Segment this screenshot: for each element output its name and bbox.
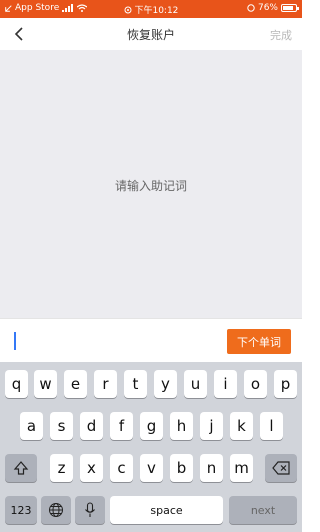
key-v[interactable]: v (140, 454, 163, 482)
key-k[interactable]: k (230, 412, 253, 440)
lock-rotation-icon (247, 4, 255, 12)
key-m[interactable]: m (230, 454, 253, 482)
status-bar: App Store 下午10:12 76% (0, 0, 302, 18)
space-key[interactable]: space (110, 496, 223, 524)
key-x[interactable]: x (80, 454, 103, 482)
text-caret (14, 332, 16, 350)
battery-icon (281, 4, 299, 12)
delete-key[interactable] (265, 454, 297, 482)
key-s[interactable]: s (50, 412, 73, 440)
key-w[interactable]: w (34, 370, 57, 398)
key-o[interactable]: o (244, 370, 267, 398)
globe-key[interactable] (41, 496, 71, 524)
key-e[interactable]: e (64, 370, 87, 398)
key-d[interactable]: d (80, 412, 103, 440)
status-right: 76% (247, 3, 299, 13)
key-y[interactable]: y (154, 370, 177, 398)
key-n[interactable]: n (200, 454, 223, 482)
next-key[interactable]: next (229, 496, 297, 524)
key-g[interactable]: g (140, 412, 163, 440)
nav-bar: 恢复账户 完成 (0, 18, 302, 50)
microphone-icon (85, 502, 95, 517)
key-u[interactable]: u (184, 370, 207, 398)
key-t[interactable]: t (124, 370, 147, 398)
time-label: 下午10:12 (134, 6, 179, 16)
done-button[interactable]: 完成 (270, 27, 292, 43)
location-icon (124, 6, 132, 14)
key-f[interactable]: f (110, 412, 133, 440)
page-title: 恢复账户 (126, 28, 175, 42)
mnemonic-area: 请输入助记词 (0, 50, 302, 318)
key-b[interactable]: b (170, 454, 193, 482)
key-p[interactable]: p (274, 370, 297, 398)
key-a[interactable]: a (20, 412, 43, 440)
key-h[interactable]: h (170, 412, 193, 440)
word-input[interactable] (10, 328, 222, 354)
dictation-key[interactable] (75, 496, 105, 524)
key-i[interactable]: i (214, 370, 237, 398)
battery-percent: 76% (257, 3, 278, 13)
key-r[interactable]: r (94, 370, 117, 398)
key-q[interactable]: q (5, 370, 28, 398)
shift-icon (13, 461, 29, 475)
mnemonic-hint: 请输入助记词 (114, 179, 187, 193)
numbers-key[interactable]: 123 (5, 496, 37, 524)
key-c[interactable]: c (110, 454, 133, 482)
key-z[interactable]: z (50, 454, 73, 482)
key-j[interactable]: j (200, 412, 223, 440)
word-input-bar: 下个单词 (0, 318, 302, 362)
backspace-icon (272, 461, 290, 475)
keyboard: q w e r t y u i o p a s d f g h j k l z … (0, 362, 302, 532)
shift-key[interactable] (5, 454, 37, 482)
globe-icon (49, 503, 63, 517)
next-word-button[interactable]: 下个单词 (227, 329, 291, 354)
key-l[interactable]: l (260, 412, 283, 440)
